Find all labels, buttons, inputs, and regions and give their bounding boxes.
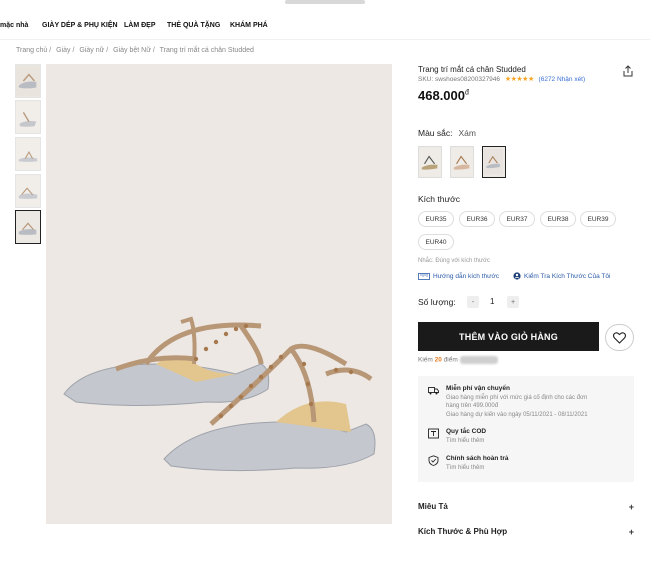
price-currency: đ [465, 89, 469, 97]
top-navigation: mặc nhà GIÀY DÉP & PHỤ KIỆN LÀM ĐẸP THẺ … [0, 0, 650, 40]
thumbnail-4[interactable] [15, 174, 41, 208]
free-shipping-title: Miễn phí vận chuyển [446, 385, 510, 392]
breadcrumb-current-product: Trang trí mắt cá chân Studded [159, 47, 254, 54]
plus-icon: + [628, 527, 634, 537]
nav-item-beauty[interactable]: LÀM ĐẸP [124, 22, 156, 29]
size-fit-accordion[interactable]: Kích Thước & Phù Hợp + [418, 527, 634, 541]
return-policy-title: Chính sách hoàn trả [446, 455, 509, 462]
color-label-text: Màu sắc: [418, 128, 453, 138]
color-swatch-gold[interactable] [418, 146, 442, 178]
ruler-icon [418, 272, 430, 280]
reviews-link[interactable]: (6272 Nhận xét) [539, 76, 586, 83]
shoe-thumbnail-image [16, 65, 40, 97]
size-option-eur36[interactable]: EUR36 [459, 211, 495, 227]
cash-icon [428, 428, 439, 439]
size-fit-accordion-label: Kích Thước & Phù Hợp [418, 527, 508, 536]
breadcrumb-womens-shoes[interactable]: Giày nữ / [79, 47, 108, 54]
wishlist-button[interactable] [605, 324, 634, 351]
size-option-eur37[interactable]: EUR37 [499, 211, 535, 227]
size-option-eur38[interactable]: EUR38 [540, 211, 576, 227]
size-option-eur39[interactable]: EUR39 [580, 211, 616, 227]
sku-rating-row: SKU: swshoes08200327946 ★★★★★ (6272 Nhận… [418, 75, 585, 83]
description-accordion-label: Miêu Tả [418, 502, 448, 511]
rating-stars: ★★★★★ [504, 76, 534, 83]
thumbnail-5-selected[interactable] [15, 210, 41, 244]
truck-icon [428, 387, 439, 395]
cod-learn-more-link[interactable]: Tìm hiểu thêm [446, 437, 484, 445]
free-shipping-line2: hàng trên 499.000đ [446, 403, 499, 409]
size-guide-link[interactable]: Hướng dẫn kích thước [433, 273, 499, 280]
quantity-increase-button[interactable]: + [507, 296, 519, 308]
selected-color-value: Xám [458, 128, 476, 138]
nav-item-shoes-accessories[interactable]: GIÀY DÉP & PHỤ KIỆN [42, 22, 118, 29]
free-shipping-line1: Giao hàng miễn phí với mức giá cố định c… [446, 395, 588, 401]
return-learn-more-link[interactable]: Tìm hiểu thêm [446, 464, 484, 472]
plus-icon: + [628, 502, 634, 512]
product-title: Trang trí mắt cá chân Studded [418, 65, 526, 74]
check-my-size-link[interactable]: Kiểm Tra Kích Thước Của Tôi [524, 273, 610, 280]
blurred-logo [285, 0, 365, 4]
color-swatch-grey-selected[interactable] [482, 146, 506, 178]
share-icon[interactable] [621, 64, 635, 78]
product-price: 468.000đ [418, 88, 469, 103]
points-prefix: Kiếm [418, 356, 433, 364]
size-fit-note: Nhắc: Đúng với kích thước [418, 258, 490, 264]
breadcrumb-shoes[interactable]: Giày / [56, 47, 74, 54]
reward-points: Kiếm 20 điểm [418, 356, 498, 364]
studded-flat-shoes-image [46, 64, 392, 524]
cod-policy-title: Quy tắc COD [446, 428, 487, 435]
size-option-eur35[interactable]: EUR35 [418, 211, 454, 227]
size-label: Kích thước [418, 194, 460, 204]
shoe-thumbnail-image [16, 175, 40, 207]
price-value: 468.000 [418, 88, 465, 103]
color-label: Màu sắc: Xám [418, 128, 476, 138]
free-shipping-delivery-date: Giao hàng dự kiến vào ngày 05/11/2021 - … [446, 412, 588, 418]
nav-item-gift-cards[interactable]: THẺ QUÀ TẶNG [167, 22, 220, 29]
description-accordion[interactable]: Miêu Tả + [418, 502, 634, 516]
points-suffix: điểm [443, 356, 458, 364]
quantity-value[interactable]: 1 [490, 297, 494, 306]
breadcrumb-womens-flats[interactable]: Giày bệt Nữ / [113, 47, 155, 54]
quantity-decrease-button[interactable]: - [467, 296, 479, 308]
size-option-eur40[interactable]: EUR40 [418, 234, 454, 250]
shoe-thumbnail-image [16, 138, 40, 170]
thumbnail-1[interactable] [15, 64, 41, 98]
shoe-thumbnail-image [16, 211, 40, 243]
shoe-thumbnail-image [16, 101, 40, 133]
nav-item-home-wear[interactable]: mặc nhà [0, 22, 28, 29]
add-to-cart-button[interactable]: THÊM VÀO GIỎ HÀNG [418, 322, 599, 351]
user-check-icon [513, 272, 521, 280]
shipping-info-box: Miễn phí vận chuyển Giao hàng miễn phí v… [418, 376, 634, 482]
size-links-row: Hướng dẫn kích thước Kiểm Tra Kích Thước… [418, 272, 610, 280]
shield-icon [428, 455, 439, 466]
breadcrumb: Trang chủ / Giày / Giày nữ / Giày bệt Nữ… [16, 47, 257, 54]
heart-icon [613, 331, 626, 344]
blurred-text [459, 356, 498, 364]
points-amount: 20 [434, 356, 442, 364]
breadcrumb-home[interactable]: Trang chủ / [16, 47, 51, 54]
main-product-image[interactable] [46, 64, 392, 524]
color-swatch-nude[interactable] [450, 146, 474, 178]
thumbnail-2[interactable] [15, 100, 41, 134]
quantity-label: Số lượng: [418, 297, 456, 307]
thumbnail-3[interactable] [15, 137, 41, 171]
product-sku: SKU: swshoes08200327946 [418, 76, 501, 83]
nav-item-explore[interactable]: KHÁM PHÁ [230, 22, 268, 29]
